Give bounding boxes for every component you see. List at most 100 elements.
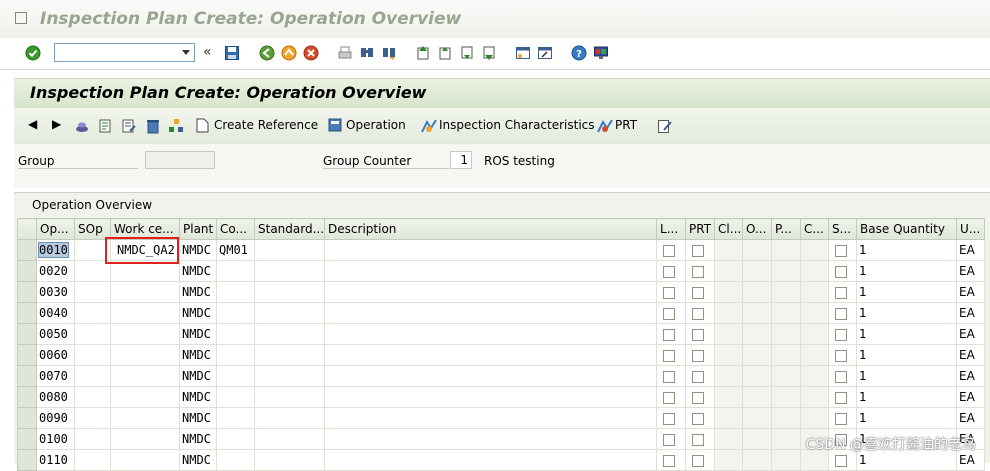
edit-icon[interactable] (657, 117, 673, 135)
description-cell[interactable] (324, 260, 658, 282)
s-checkbox[interactable] (835, 286, 848, 299)
row-selector[interactable] (17, 386, 37, 408)
row-selector[interactable] (17, 407, 37, 429)
column-header[interactable]: Standard... (253, 218, 326, 240)
base-quantity-cell[interactable]: 1 (856, 365, 958, 387)
s-checkbox[interactable] (835, 265, 848, 278)
previous-page-icon[interactable] (437, 45, 453, 61)
sub-operation-cell[interactable] (74, 407, 111, 429)
sub-operation-cell[interactable] (74, 323, 111, 345)
work-center-cell[interactable] (110, 386, 180, 408)
standard-text-key-cell[interactable] (253, 260, 326, 282)
plant-cell[interactable]: NMDC (179, 386, 217, 408)
column-header[interactable]: S... (828, 218, 858, 240)
column-header[interactable]: Description (324, 218, 658, 240)
new-session-icon[interactable] (515, 45, 531, 61)
plant-cell[interactable]: NMDC (179, 344, 217, 366)
sub-operation-cell[interactable] (74, 365, 111, 387)
s-checkbox[interactable] (835, 454, 848, 467)
chevron-down-icon[interactable] (182, 50, 190, 55)
shortcut-icon[interactable] (537, 45, 553, 61)
long-text-checkbox[interactable] (663, 265, 676, 278)
prt-checkbox[interactable] (692, 244, 705, 257)
s-checkbox[interactable] (835, 307, 848, 320)
row-selector[interactable] (17, 449, 37, 471)
unit-cell[interactable]: EA (956, 365, 986, 387)
sub-operation-cell[interactable] (74, 302, 111, 324)
row-selector[interactable] (17, 260, 37, 282)
sub-operation-cell[interactable] (74, 386, 111, 408)
s-checkbox[interactable] (835, 370, 848, 383)
description-cell[interactable] (324, 407, 658, 429)
back-icon[interactable] (259, 45, 275, 61)
standard-text-key-cell[interactable] (253, 407, 326, 429)
find-next-icon[interactable] (381, 45, 397, 61)
row-selector[interactable] (17, 428, 37, 450)
long-text-checkbox[interactable] (663, 244, 676, 257)
save-icon[interactable] (224, 45, 240, 61)
plant-cell[interactable]: NMDC (179, 407, 217, 429)
plant-cell[interactable]: NMDC (179, 323, 217, 345)
description-cell[interactable] (324, 365, 658, 387)
operation-cell[interactable]: 0110 (36, 449, 75, 471)
command-field[interactable] (54, 43, 195, 62)
standard-text-key-cell[interactable] (253, 302, 326, 324)
base-quantity-cell[interactable]: 1 (856, 281, 958, 303)
group-counter-field[interactable]: 1 (450, 151, 472, 169)
column-header[interactable]: C... (800, 218, 830, 240)
details-icon[interactable] (98, 117, 114, 135)
base-quantity-cell[interactable]: 1 (856, 323, 958, 345)
long-text-checkbox[interactable] (663, 370, 676, 383)
description-cell[interactable] (324, 386, 658, 408)
operation-cell[interactable]: 0010 (36, 239, 75, 261)
operation-cell[interactable]: 0060 (36, 344, 75, 366)
base-quantity-cell[interactable]: 1 (856, 239, 958, 261)
operation-cell[interactable]: 0070 (36, 365, 75, 387)
unit-cell[interactable]: EA (956, 239, 986, 261)
prt-checkbox[interactable] (692, 328, 705, 341)
column-header[interactable]: L... (656, 218, 687, 240)
control-key-cell[interactable] (216, 449, 255, 471)
work-center-cell[interactable] (110, 323, 180, 345)
standard-text-key-cell[interactable] (253, 428, 326, 450)
long-text-checkbox[interactable] (663, 349, 676, 362)
table-row[interactable]: 0050 NMDC 1 EA (17, 323, 986, 345)
unit-cell[interactable]: EA (956, 302, 986, 324)
row-selector[interactable] (17, 365, 37, 387)
prt-checkbox[interactable] (692, 286, 705, 299)
long-text-checkbox[interactable] (663, 286, 676, 299)
base-quantity-cell[interactable]: 1 (856, 302, 958, 324)
unit-cell[interactable]: EA (956, 407, 986, 429)
s-checkbox[interactable] (835, 328, 848, 341)
standard-text-key-cell[interactable] (253, 239, 326, 261)
operation-cell[interactable]: 0050 (36, 323, 75, 345)
prt-checkbox[interactable] (692, 265, 705, 278)
column-header[interactable]: Plant (179, 218, 217, 240)
column-header[interactable]: Base Quantity (856, 218, 958, 240)
work-center-cell[interactable] (110, 302, 180, 324)
column-header[interactable]: Cl... (714, 218, 744, 240)
hierarchy-icon[interactable] (168, 117, 184, 135)
work-center-cell[interactable] (110, 365, 180, 387)
row-selector[interactable] (17, 239, 37, 261)
unit-cell[interactable]: EA (956, 344, 986, 366)
control-key-cell[interactable] (216, 428, 255, 450)
plant-cell[interactable]: NMDC (179, 302, 217, 324)
long-text-checkbox[interactable] (663, 412, 676, 425)
column-header[interactable]: O... (742, 218, 773, 240)
description-cell[interactable] (324, 302, 658, 324)
column-header[interactable]: P... (771, 218, 802, 240)
row-selector[interactable] (17, 281, 37, 303)
standard-text-key-cell[interactable] (253, 386, 326, 408)
last-page-icon[interactable] (481, 45, 497, 61)
table-row[interactable]: 0070 NMDC 1 EA (17, 365, 986, 387)
long-text-checkbox[interactable] (663, 307, 676, 320)
row-selector[interactable] (17, 302, 37, 324)
control-key-cell[interactable] (216, 323, 255, 345)
description-cell[interactable] (324, 239, 658, 261)
unit-cell[interactable]: EA (956, 386, 986, 408)
long-text-checkbox[interactable] (663, 391, 676, 404)
prt-checkbox[interactable] (692, 370, 705, 383)
row-selector[interactable] (17, 344, 37, 366)
cancel-icon[interactable] (303, 45, 319, 61)
